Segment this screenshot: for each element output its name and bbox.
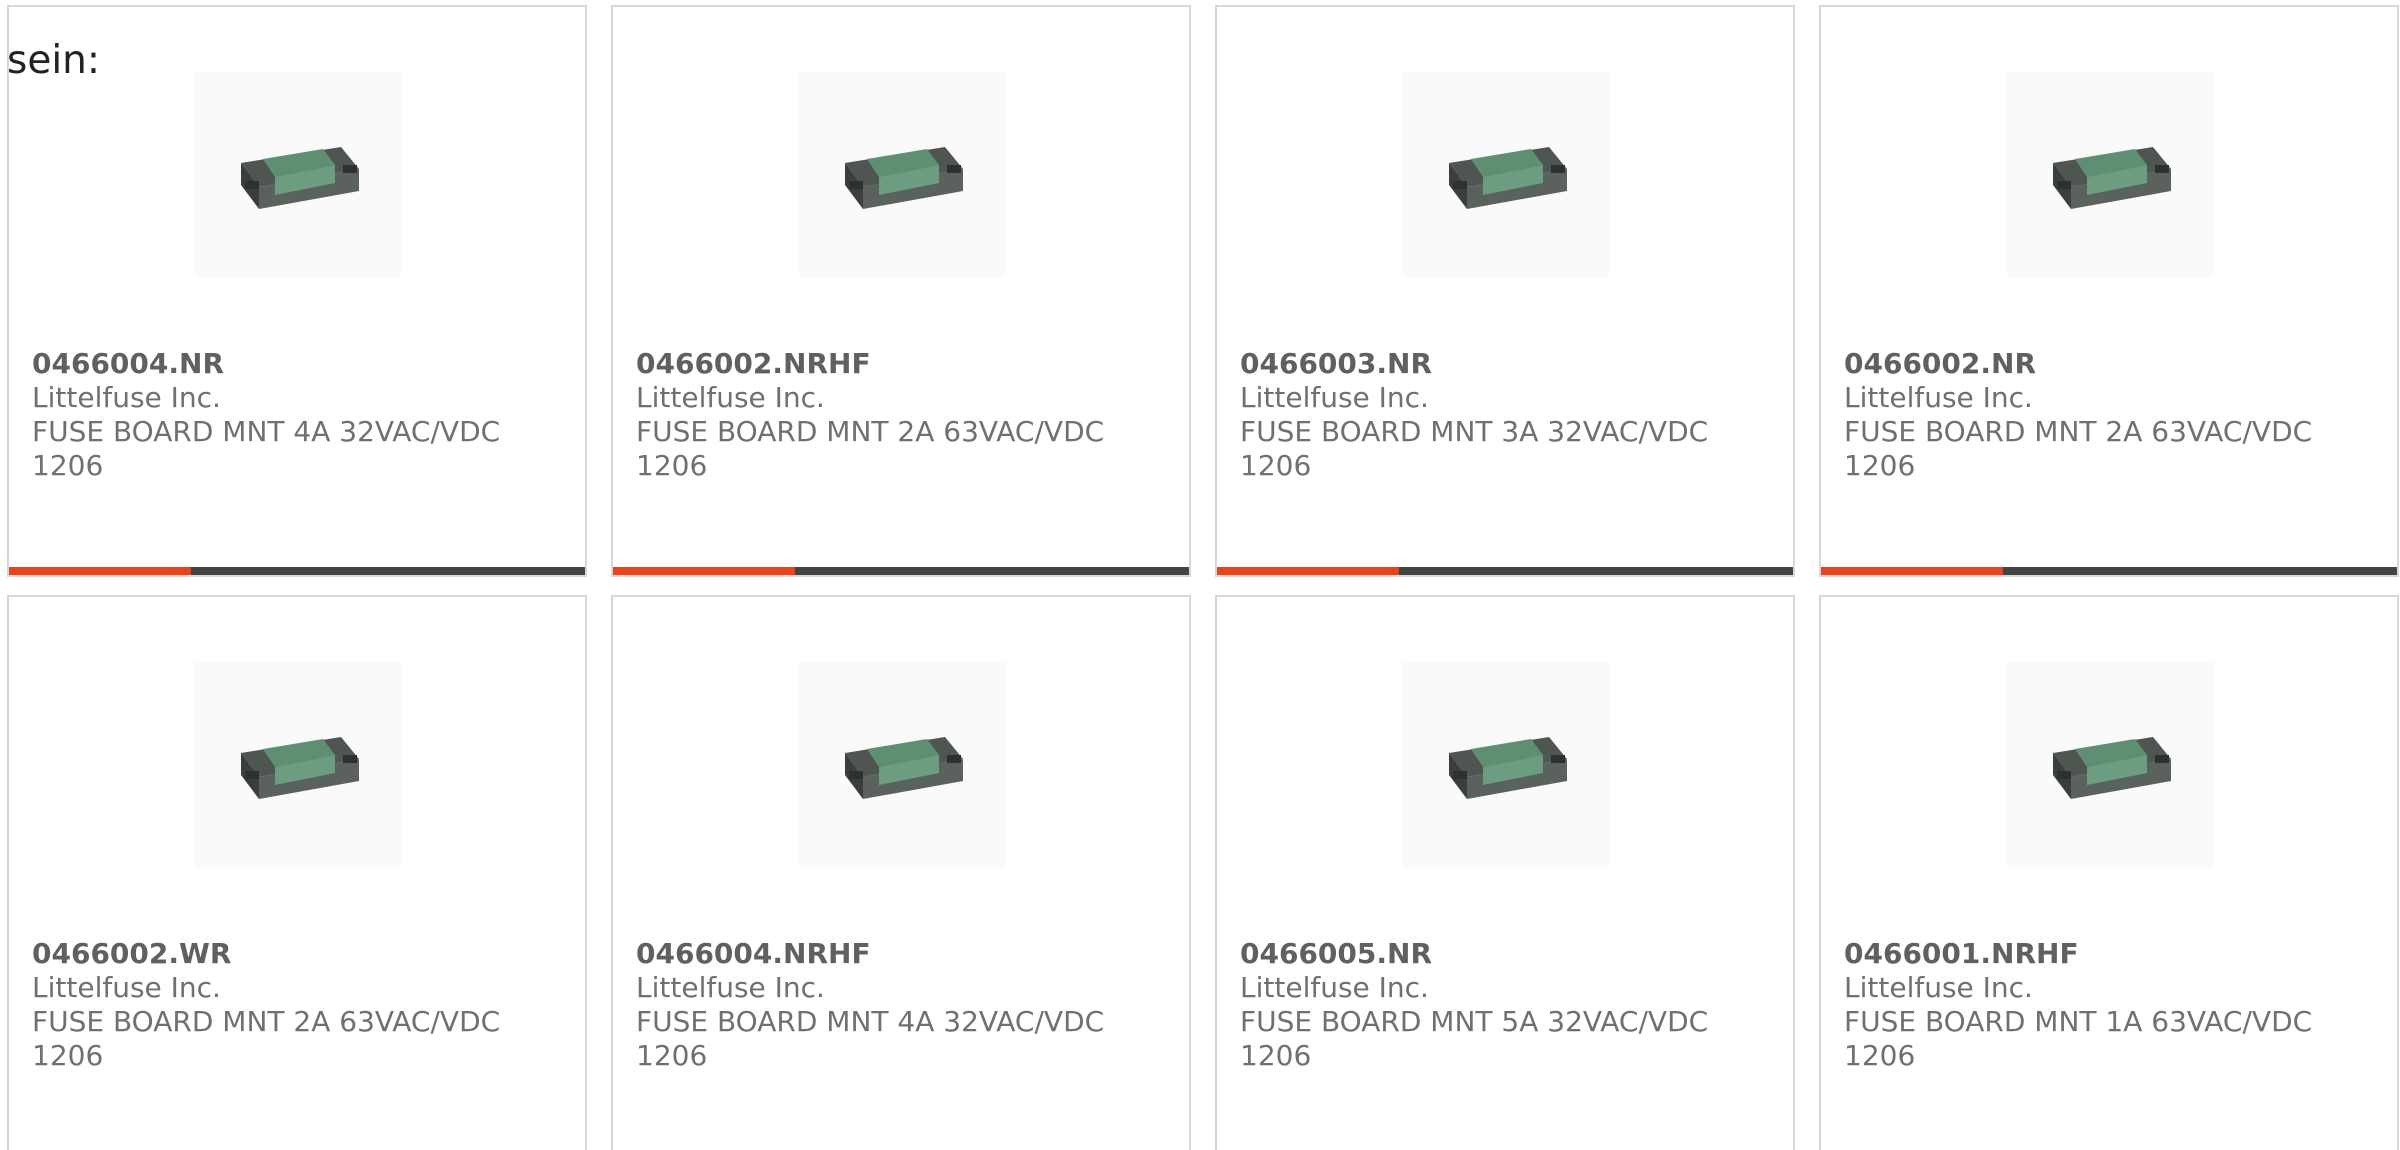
smd-fuse-icon — [2053, 737, 2171, 799]
product-description: FUSE BOARD MNT 5A 32VAC/VDC 1206 — [1240, 1005, 1709, 1072]
product-card[interactable]: 0466002.WR Littelfuse Inc. FUSE BOARD MN… — [7, 595, 587, 1150]
product-image[interactable] — [195, 662, 401, 868]
product-card[interactable]: 0466004.NRHF Littelfuse Inc. FUSE BOARD … — [611, 595, 1191, 1150]
product-image[interactable] — [1403, 662, 1609, 868]
part-number[interactable]: 0466002.NRHF — [636, 347, 1156, 381]
part-number[interactable]: 0466004.NR — [32, 347, 552, 381]
manufacturer: Littelfuse Inc. — [636, 971, 825, 1004]
product-card[interactable]: 0466005.NR Littelfuse Inc. FUSE BOARD MN… — [1215, 595, 1795, 1150]
product-image[interactable] — [799, 72, 1005, 278]
product-info: 0466001.NRHF Littelfuse Inc. FUSE BOARD … — [1844, 937, 2364, 1073]
product-info: 0466002.WR Littelfuse Inc. FUSE BOARD MN… — [32, 937, 552, 1073]
manufacturer: Littelfuse Inc. — [32, 381, 221, 414]
product-card[interactable]: 0466001.NRHF Littelfuse Inc. FUSE BOARD … — [1819, 595, 2399, 1150]
product-description: FUSE BOARD MNT 4A 32VAC/VDC 1206 — [32, 415, 501, 482]
product-description: FUSE BOARD MNT 2A 63VAC/VDC 1206 — [32, 1005, 501, 1072]
manufacturer: Littelfuse Inc. — [636, 381, 825, 414]
product-card[interactable]: 0466002.NRHF Littelfuse Inc. FUSE BOARD … — [611, 5, 1191, 577]
product-card[interactable]: 0466003.NR Littelfuse Inc. FUSE BOARD MN… — [1215, 5, 1795, 577]
product-description: FUSE BOARD MNT 2A 63VAC/VDC 1206 — [636, 415, 1105, 482]
manufacturer: Littelfuse Inc. — [1844, 971, 2033, 1004]
product-info: 0466002.NR Littelfuse Inc. FUSE BOARD MN… — [1844, 347, 2364, 483]
manufacturer: Littelfuse Inc. — [1844, 381, 2033, 414]
card-bottom-bar — [1217, 567, 1793, 575]
product-description: FUSE BOARD MNT 1A 63VAC/VDC 1206 — [1844, 1005, 2313, 1072]
product-image[interactable] — [195, 72, 401, 278]
product-image[interactable] — [2007, 662, 2213, 868]
product-description: FUSE BOARD MNT 2A 63VAC/VDC 1206 — [1844, 415, 2313, 482]
card-accent-bar — [1821, 567, 2003, 575]
part-number[interactable]: 0466002.WR — [32, 937, 552, 971]
product-image[interactable] — [2007, 72, 2213, 278]
intro-text: sein: — [7, 38, 101, 83]
part-number[interactable]: 0466004.NRHF — [636, 937, 1156, 971]
product-info: 0466005.NR Littelfuse Inc. FUSE BOARD MN… — [1240, 937, 1760, 1073]
product-image[interactable] — [1403, 72, 1609, 278]
product-info: 0466003.NR Littelfuse Inc. FUSE BOARD MN… — [1240, 347, 1760, 483]
card-bottom-bar — [9, 567, 585, 575]
card-bottom-bar — [613, 567, 1189, 575]
product-description: FUSE BOARD MNT 4A 32VAC/VDC 1206 — [636, 1005, 1105, 1072]
manufacturer: Littelfuse Inc. — [1240, 381, 1429, 414]
part-number[interactable]: 0466005.NR — [1240, 937, 1760, 971]
product-info: 0466002.NRHF Littelfuse Inc. FUSE BOARD … — [636, 347, 1156, 483]
product-card[interactable]: 0466002.NR Littelfuse Inc. FUSE BOARD MN… — [1819, 5, 2399, 577]
product-description: FUSE BOARD MNT 3A 32VAC/VDC 1206 — [1240, 415, 1709, 482]
card-accent-bar — [1217, 567, 1399, 575]
part-number[interactable]: 0466003.NR — [1240, 347, 1760, 381]
product-image[interactable] — [799, 662, 1005, 868]
page: 0466004.NR Littelfuse Inc. FUSE BOARD MN… — [0, 0, 2400, 1150]
product-info: 0466004.NRHF Littelfuse Inc. FUSE BOARD … — [636, 937, 1156, 1073]
smd-fuse-icon — [1449, 147, 1567, 209]
part-number[interactable]: 0466001.NRHF — [1844, 937, 2364, 971]
card-accent-bar — [9, 567, 191, 575]
product-info: 0466004.NR Littelfuse Inc. FUSE BOARD MN… — [32, 347, 552, 483]
smd-fuse-icon — [845, 737, 963, 799]
card-accent-bar — [613, 567, 795, 575]
card-bottom-bar — [1821, 567, 2397, 575]
smd-fuse-icon — [845, 147, 963, 209]
manufacturer: Littelfuse Inc. — [32, 971, 221, 1004]
smd-fuse-icon — [2053, 147, 2171, 209]
product-grid: 0466004.NR Littelfuse Inc. FUSE BOARD MN… — [7, 5, 2399, 1150]
smd-fuse-icon — [1449, 737, 1567, 799]
part-number[interactable]: 0466002.NR — [1844, 347, 2364, 381]
smd-fuse-icon — [241, 147, 359, 209]
smd-fuse-icon — [241, 737, 359, 799]
manufacturer: Littelfuse Inc. — [1240, 971, 1429, 1004]
